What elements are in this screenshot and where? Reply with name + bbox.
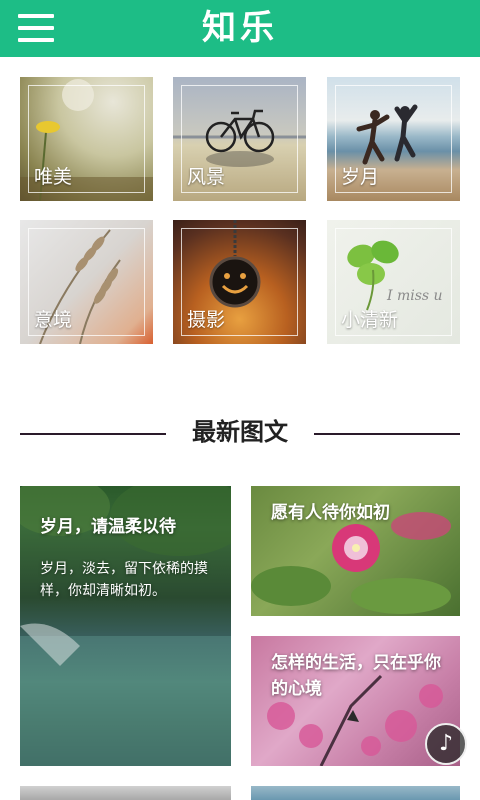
section-divider-right: [314, 433, 460, 435]
category-tile-suiyue[interactable]: 岁月: [327, 77, 460, 201]
app-title: 知乐: [202, 8, 278, 48]
music-note-icon[interactable]: ♪: [425, 723, 467, 765]
category-tile-weimei[interactable]: 唯美: [20, 77, 153, 201]
article-card[interactable]: [20, 786, 231, 800]
article-card[interactable]: [251, 786, 460, 800]
article-title: 愿有人待你如初: [271, 503, 390, 523]
category-label: 小清新: [341, 309, 399, 331]
category-label: 唯美: [34, 166, 73, 188]
section-title: 最新图文: [192, 418, 288, 446]
section-divider-left: [20, 433, 166, 435]
category-label: 意境: [34, 309, 73, 331]
article-title: 怎样的生活，只在乎你的心境: [271, 653, 441, 699]
category-label: 风景: [187, 166, 226, 188]
category-tile-fengjing[interactable]: 风景: [173, 77, 306, 201]
category-label: 摄影: [187, 309, 226, 331]
category-tile-xiaoqingxin[interactable]: I miss u 小清新: [327, 220, 460, 344]
article-excerpt: 岁月，淡去，留下依稀的摸样，你却清晰如初。: [40, 561, 208, 599]
article-card[interactable]: 岁月，请温柔以待 岁月，淡去，留下依稀的摸样，你却清晰如初。: [20, 486, 231, 766]
app-header: 知乐: [0, 0, 480, 57]
category-tile-sheying[interactable]: 摄影: [173, 220, 306, 344]
article-title: 岁月，请温柔以待: [40, 517, 176, 537]
category-tile-yijing[interactable]: 意境: [20, 220, 153, 344]
category-label: 岁月: [341, 166, 380, 188]
article-card[interactable]: 愿有人待你如初: [251, 486, 460, 616]
